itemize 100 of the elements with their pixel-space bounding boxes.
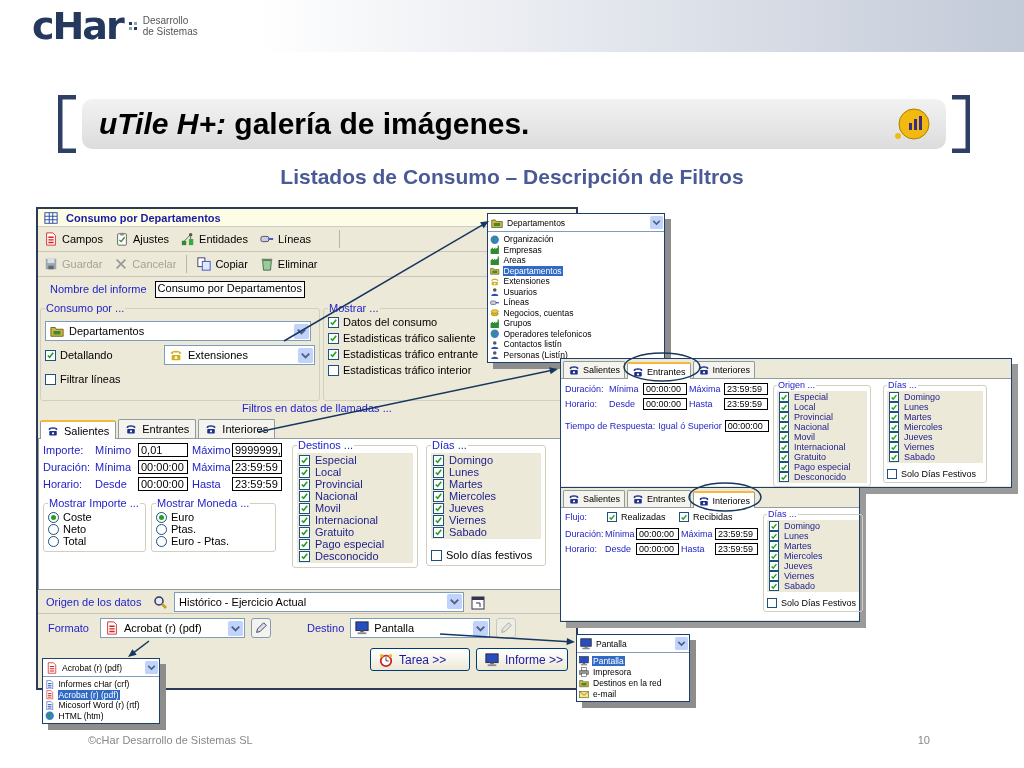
checkbox[interactable]: [779, 472, 789, 482]
dropdown-option[interactable]: Organización: [488, 234, 664, 245]
dropdown-option[interactable]: Empresas: [488, 244, 664, 255]
checkbox[interactable]: [769, 581, 779, 591]
checkbox[interactable]: [889, 442, 899, 452]
checkbox[interactable]: [779, 432, 789, 442]
checkbox[interactable]: [431, 549, 442, 561]
dropdown[interactable]: Histórico - Ejercicio Actual: [174, 591, 464, 612]
dropdown[interactable]: Extensiones: [164, 345, 315, 365]
action-button[interactable]: Informe >>: [476, 648, 568, 671]
checkbox[interactable]: [433, 466, 444, 478]
checkbox[interactable]: [299, 538, 310, 550]
checkbox[interactable]: [779, 442, 789, 452]
input-field[interactable]: 00:00:00: [138, 460, 188, 474]
checkbox[interactable]: [433, 478, 444, 490]
radio-button[interactable]: [156, 511, 167, 523]
toolbar-button[interactable]: Eliminar: [255, 255, 322, 273]
checkbox[interactable]: [779, 402, 789, 412]
dropdown-option[interactable]: Extensiones: [488, 276, 664, 287]
checkbox[interactable]: [769, 571, 779, 581]
input-field[interactable]: 23:59:59: [724, 398, 768, 410]
checkbox[interactable]: [45, 349, 56, 361]
dropdown-option[interactable]: Contactos listín: [488, 339, 664, 350]
dropdown-option[interactable]: Informes cHar (crf): [43, 679, 159, 690]
input-field[interactable]: 9999999,: [232, 443, 282, 457]
action-button[interactable]: Tarea >>: [370, 648, 470, 671]
dropdown-option[interactable]: Impresora: [577, 666, 689, 677]
checkbox[interactable]: [779, 412, 789, 422]
checkbox[interactable]: [779, 422, 789, 432]
radio-button[interactable]: [156, 535, 167, 547]
checkbox[interactable]: [328, 364, 339, 376]
radio-button[interactable]: [48, 511, 59, 523]
checkbox[interactable]: [779, 452, 789, 462]
toolbar-button[interactable]: Líneas: [256, 230, 315, 248]
input-field[interactable]: 23:59:59: [232, 477, 282, 491]
checkbox[interactable]: [433, 514, 444, 526]
input-field[interactable]: 23:59:59: [715, 543, 758, 555]
checkbox[interactable]: [767, 598, 777, 608]
tab[interactable]: Interiores: [198, 419, 276, 438]
dropdown-option[interactable]: Usuarios: [488, 286, 664, 297]
checkbox[interactable]: [769, 541, 779, 551]
caret-icon[interactable]: [473, 620, 489, 636]
checkbox[interactable]: [299, 454, 310, 466]
dropdown[interactable]: Pantalla: [577, 635, 689, 653]
tab[interactable]: Entrantes: [627, 490, 691, 507]
dropdown-option[interactable]: HTML (htm): [43, 710, 159, 721]
dropdown-option[interactable]: Líneas: [488, 297, 664, 308]
checkbox[interactable]: [779, 392, 789, 402]
dropdown-option[interactable]: Pantalla: [577, 655, 689, 666]
tab[interactable]: Salientes: [563, 361, 626, 378]
input-field[interactable]: 00:00:00: [636, 528, 679, 540]
dropdown[interactable]: Departamentos: [45, 321, 311, 341]
checkbox[interactable]: [328, 332, 339, 344]
input-field[interactable]: 00:00:00: [643, 383, 687, 395]
dropdown[interactable]: Departamentos: [488, 214, 664, 232]
radio-button[interactable]: [48, 523, 59, 535]
input-field[interactable]: 23:59:59: [724, 383, 768, 395]
toolbar-button[interactable]: Ajustes: [110, 230, 174, 248]
checkbox[interactable]: [299, 490, 310, 502]
tab[interactable]: Entrantes: [118, 419, 197, 438]
checkbox[interactable]: [887, 469, 897, 479]
checkbox[interactable]: [328, 348, 339, 360]
checkbox[interactable]: [779, 462, 789, 472]
checkbox[interactable]: [433, 526, 444, 538]
checkbox[interactable]: [889, 452, 899, 462]
dropdown[interactable]: Acrobat (r) (pdf): [43, 659, 159, 677]
dropdown-option[interactable]: Personas (Listín): [488, 349, 664, 360]
checkbox[interactable]: [769, 531, 779, 541]
checkbox[interactable]: [45, 373, 56, 385]
input-field[interactable]: Consumo por Departamentos: [154, 280, 305, 298]
caret-icon[interactable]: [228, 620, 243, 636]
checkbox[interactable]: [299, 514, 310, 526]
radio-button[interactable]: [156, 523, 167, 535]
dropdown-option[interactable]: Operadores telefonicos: [488, 328, 664, 339]
toolbar-button[interactable]: Campos: [40, 230, 107, 248]
checkbox[interactable]: [607, 512, 617, 522]
tab[interactable]: Interiores: [692, 361, 756, 378]
checkbox[interactable]: [889, 432, 899, 442]
checkbox[interactable]: [328, 316, 339, 328]
input-field[interactable]: 23:59:59: [715, 528, 758, 540]
dropdown-option[interactable]: Negocios, cuentas: [488, 307, 664, 318]
toolbar-button[interactable]: Entidades: [177, 230, 252, 248]
checkbox[interactable]: [769, 551, 779, 561]
dropdown-option[interactable]: Departamentos: [488, 265, 664, 276]
input-field[interactable]: 0,01: [138, 443, 188, 457]
tab[interactable]: Entrantes: [627, 362, 691, 379]
input-field[interactable]: 00:00:00: [724, 420, 769, 432]
dropdown[interactable]: Pantalla: [350, 618, 491, 638]
checkbox[interactable]: [889, 412, 899, 422]
checkbox[interactable]: [679, 512, 689, 522]
checkbox[interactable]: [769, 561, 779, 571]
input-field[interactable]: 00:00:00: [636, 543, 679, 555]
checkbox[interactable]: [299, 466, 310, 478]
tab[interactable]: Salientes: [40, 420, 117, 439]
radio-button[interactable]: [48, 535, 59, 547]
checkbox[interactable]: [299, 526, 310, 538]
caret-icon[interactable]: [298, 347, 313, 363]
checkbox[interactable]: [433, 502, 444, 514]
dropdown[interactable]: Acrobat (r) (pdf): [100, 618, 245, 638]
dropdown-option[interactable]: e-mail: [577, 688, 689, 699]
